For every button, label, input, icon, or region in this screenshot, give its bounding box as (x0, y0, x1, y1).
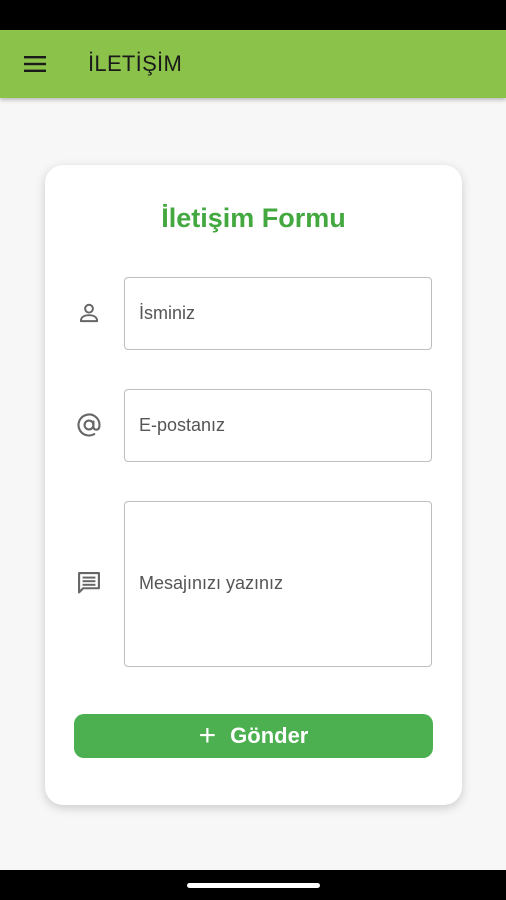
send-button[interactable]: + Gönder (74, 714, 433, 758)
message-icon (75, 569, 103, 597)
message-input[interactable] (124, 501, 432, 667)
email-input[interactable] (124, 389, 432, 462)
plus-icon: + (198, 719, 217, 752)
status-bar (0, 0, 506, 30)
person-icon (75, 299, 103, 327)
menu-icon (24, 56, 46, 72)
home-indicator[interactable] (187, 883, 320, 888)
navigation-bar (0, 870, 506, 900)
app-bar: İLETİŞİM (0, 30, 506, 98)
contact-form-card: İletişim Formu İsminiz E-postanız Mesajı… (45, 165, 462, 805)
menu-button[interactable] (0, 30, 70, 98)
form-title: İletişim Formu (161, 203, 346, 233)
at-icon (75, 411, 103, 439)
app-title: İLETİŞİM (88, 51, 183, 76)
send-button-label: Gönder (230, 723, 309, 748)
name-input[interactable] (124, 277, 432, 350)
